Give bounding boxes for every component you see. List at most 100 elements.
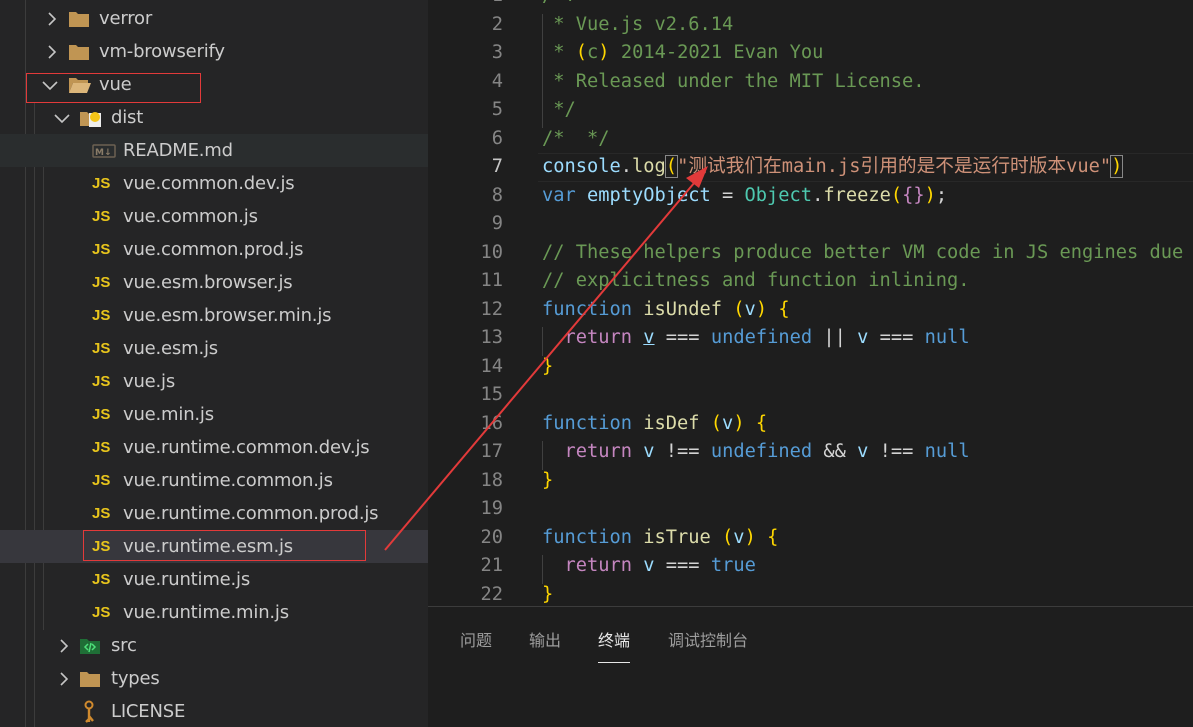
code-line[interactable]: * Vue.js v2.6.14 <box>542 11 733 40</box>
folder-icon <box>68 2 90 35</box>
tab-problems[interactable]: 问题 <box>460 627 492 663</box>
indent-guide <box>542 441 543 470</box>
code-token: ( <box>722 526 734 548</box>
code-token: c <box>587 42 599 63</box>
item-label: vue.runtime.common.prod.js <box>123 503 379 524</box>
code-line[interactable]: */ <box>542 96 576 125</box>
file-item[interactable]: JS vue.esm.browser.js <box>0 266 428 299</box>
code-token: v <box>643 555 655 576</box>
code-token: v <box>722 412 734 434</box>
code-token: function <box>542 526 644 548</box>
line-number: 13 <box>480 327 503 348</box>
javascript-icon: JS <box>92 274 111 291</box>
chevron-right-icon[interactable] <box>58 662 72 695</box>
line-number: 12 <box>480 298 503 320</box>
chevron-right-icon[interactable] <box>46 2 60 35</box>
code-token: * Vue.js v2.6.14 <box>542 13 734 35</box>
svg-text:M↓: M↓ <box>95 148 112 158</box>
code-token: ) <box>733 412 745 434</box>
javascript-icon: JS <box>92 439 111 456</box>
line-number: 15 <box>480 384 503 405</box>
code-line[interactable]: return v === true <box>542 552 756 581</box>
file-item[interactable]: LICENSE <box>0 695 428 727</box>
dist-folder-icon <box>79 101 101 134</box>
file-item[interactable]: JS vue.runtime.common.dev.js <box>0 431 428 464</box>
code-token: */ <box>542 99 576 120</box>
folder-item[interactable]: types <box>0 662 428 695</box>
code-line[interactable]: var emptyObject = Object.freeze({}); <box>542 182 947 211</box>
javascript-icon: JS <box>92 208 111 225</box>
code-token: Object <box>744 184 813 206</box>
code-token: emptyObject <box>587 184 711 206</box>
line-number: 5 <box>491 99 503 120</box>
code-token: null <box>924 327 970 348</box>
item-label: verror <box>99 8 153 29</box>
line-number: 10 <box>480 241 503 263</box>
file-item[interactable]: JS vue.runtime.common.js <box>0 464 428 497</box>
tab-output[interactable]: 输出 <box>529 627 561 663</box>
folder-icon <box>68 35 90 68</box>
folder-item[interactable]: verror <box>0 2 428 35</box>
code-editor[interactable]: 1/*!2 * Vue.js v2.6.143 * (c) 2014-2021 … <box>428 0 1193 606</box>
file-item[interactable]: JS vue.runtime.common.prod.js <box>0 497 428 530</box>
item-label: vue.min.js <box>123 404 214 425</box>
bottom-panel: 问题 输出 终端 调试控制台 <box>428 606 1193 727</box>
code-line[interactable]: /*! <box>542 0 576 11</box>
code-token: !== <box>654 441 711 462</box>
code-token: ( <box>733 298 745 320</box>
code-token: isDef <box>643 412 711 434</box>
chevron-right-icon[interactable] <box>58 629 72 662</box>
code-token: {} <box>902 184 925 206</box>
code-token: } <box>542 583 554 605</box>
chevron-down-icon[interactable] <box>54 101 70 134</box>
code-token: ) <box>924 184 936 206</box>
folder-item[interactable]: dist <box>0 101 428 134</box>
code-token: . <box>620 156 633 177</box>
code-line[interactable]: function isUndef (v) { <box>542 296 790 325</box>
file-item[interactable]: JS vue.runtime.js <box>0 563 428 596</box>
code-token: = <box>710 184 745 206</box>
line-number: 7 <box>491 156 503 177</box>
item-label: vue.runtime.js <box>123 569 251 590</box>
code-token: * Released under the MIT License. <box>542 70 925 92</box>
code-token: // explicitness and function inlining. <box>542 270 970 291</box>
tab-debug-console[interactable]: 调试控制台 <box>668 627 748 663</box>
javascript-icon: JS <box>92 241 111 258</box>
code-token: ) <box>1110 155 1124 178</box>
code-line[interactable]: function isTrue (v) { <box>542 524 778 553</box>
code-line[interactable]: return v === undefined || v === null <box>542 324 970 353</box>
file-item[interactable]: JS vue.esm.browser.min.js <box>0 299 428 332</box>
code-line[interactable]: // explicitness and function inlining. <box>542 267 970 296</box>
indent-guide <box>542 13 543 128</box>
folder-item[interactable]: src <box>0 629 428 662</box>
tab-terminal[interactable]: 终端 <box>598 627 631 663</box>
code-line[interactable]: } <box>542 353 553 382</box>
chevron-right-icon[interactable] <box>46 35 60 68</box>
javascript-icon: JS <box>92 406 111 423</box>
code-line[interactable]: function isDef (v) { <box>542 410 767 439</box>
line-number: 14 <box>480 355 503 377</box>
markdown-icon: M↓ <box>92 134 116 167</box>
code-line[interactable]: } <box>542 581 553 607</box>
code-line[interactable]: console.log("测试我们在main.js引用的是不是运行时版本vue"… <box>542 153 1124 182</box>
item-label: dist <box>111 107 144 128</box>
code-line[interactable]: // These helpers produce better VM code … <box>542 239 1183 268</box>
file-item[interactable]: M↓ README.md <box>0 134 428 167</box>
file-item[interactable]: JS vue.common.dev.js <box>0 167 428 200</box>
item-label: vue.js <box>123 371 176 392</box>
file-item[interactable]: JS vue.js <box>0 365 428 398</box>
code-line[interactable]: * Released under the MIT License. <box>542 68 925 97</box>
code-line[interactable]: * (c) 2014-2021 Evan You <box>542 39 823 68</box>
file-item[interactable]: JS vue.runtime.min.js <box>0 596 428 629</box>
file-item[interactable]: JS vue.common.prod.js <box>0 233 428 266</box>
file-item[interactable]: JS vue.min.js <box>0 398 428 431</box>
folder-item[interactable]: vm-browserify <box>0 35 428 68</box>
code-line[interactable]: return v !== undefined && v !== null <box>542 438 970 467</box>
file-item[interactable]: JS vue.esm.js <box>0 332 428 365</box>
file-item[interactable]: JS vue.common.js <box>0 200 428 233</box>
code-line[interactable]: } <box>542 467 553 496</box>
javascript-icon: JS <box>92 571 111 588</box>
code-line[interactable]: /* */ <box>542 125 610 154</box>
line-number: 16 <box>480 412 503 434</box>
